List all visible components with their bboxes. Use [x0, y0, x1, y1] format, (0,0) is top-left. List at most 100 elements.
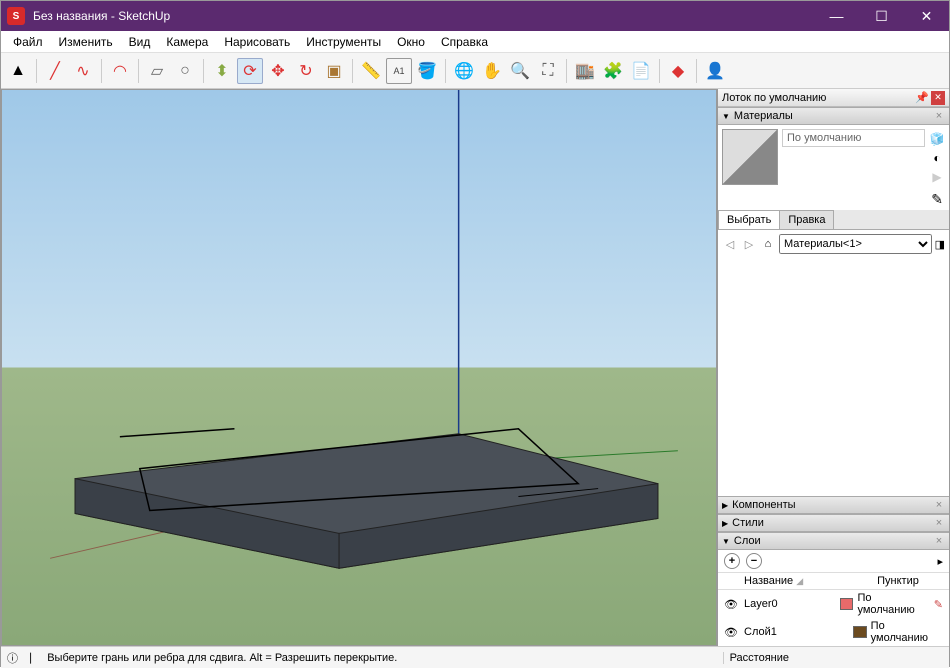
collapse-icon: ▼: [722, 112, 730, 121]
user-icon[interactable]: 👤: [702, 58, 728, 84]
layers-col-name[interactable]: Название ◢: [744, 575, 853, 587]
rectangle-tool-icon[interactable]: ▱: [144, 58, 170, 84]
zoom-extents-icon[interactable]: ⛶: [535, 58, 561, 84]
pencil-icon[interactable]: ✎: [934, 598, 943, 611]
expand-icon: ▶: [722, 501, 728, 510]
pan-tool-icon[interactable]: ✋: [479, 58, 505, 84]
separator: [101, 59, 102, 83]
rotate-tool-icon[interactable]: ↻: [293, 58, 319, 84]
close-panel-icon[interactable]: ×: [933, 110, 945, 122]
close-panel-icon[interactable]: ×: [933, 517, 945, 529]
extension-icon[interactable]: 🧩: [600, 58, 626, 84]
orbit-tool-icon[interactable]: 🌐: [451, 58, 477, 84]
close-panel-icon[interactable]: ×: [933, 499, 945, 511]
menu-window[interactable]: Окно: [389, 33, 433, 51]
arrow-icon[interactable]: ▶: [929, 169, 945, 185]
freehand-tool-icon[interactable]: ∿: [70, 58, 96, 84]
layers-panel-header[interactable]: ▼ Слои ×: [718, 532, 949, 550]
nav-forward-icon[interactable]: ▷: [741, 238, 757, 251]
scale-tool-icon[interactable]: ▣: [321, 58, 347, 84]
create-material-icon[interactable]: 🧊: [929, 131, 945, 147]
material-name-field[interactable]: По умолчанию: [782, 129, 925, 147]
status-hint: Выберите грань или ребра для сдвига. Alt…: [43, 652, 714, 664]
materials-list[interactable]: [718, 258, 949, 496]
menu-edit[interactable]: Изменить: [51, 33, 121, 51]
close-panel-icon[interactable]: ×: [933, 535, 945, 547]
visibility-icon[interactable]: 👁: [724, 626, 744, 639]
line-tool-icon[interactable]: ╱: [42, 58, 68, 84]
text-tool-icon[interactable]: A1: [386, 58, 412, 84]
layer-name[interactable]: Layer0: [744, 598, 840, 610]
layer-name[interactable]: Слой1: [744, 626, 853, 638]
offset-tool-icon[interactable]: ⟳: [237, 58, 263, 84]
layers-body: + − ▸ Название ◢ Пунктир 👁 Layer0 По умо…: [718, 550, 949, 646]
tab-select[interactable]: Выбрать: [718, 210, 780, 229]
materials-tabs: Выбрать Правка: [718, 210, 949, 230]
pushpull-tool-icon[interactable]: ⬍: [209, 58, 235, 84]
default-material-icon[interactable]: ◐: [929, 150, 945, 166]
menu-tools[interactable]: Инструменты: [298, 33, 389, 51]
tray-title: Лоток по умолчанию: [722, 92, 826, 104]
move-tool-icon[interactable]: ✥: [265, 58, 291, 84]
layer-dash[interactable]: По умолчанию: [871, 620, 943, 644]
details-icon[interactable]: ◨: [935, 238, 945, 251]
materials-panel-title: Материалы: [734, 110, 793, 122]
separator: [659, 59, 660, 83]
separator: [445, 59, 446, 83]
menu-camera[interactable]: Камера: [158, 33, 216, 51]
minimize-button[interactable]: —: [814, 1, 859, 31]
menu-view[interactable]: Вид: [121, 33, 159, 51]
circle-tool-icon[interactable]: ○: [172, 58, 198, 84]
window-title: Без названия - SketchUp: [33, 9, 814, 23]
eyedropper-icon[interactable]: ✎: [931, 191, 943, 208]
layout-icon[interactable]: 📄: [628, 58, 654, 84]
separator: [566, 59, 567, 83]
close-tray-icon[interactable]: ✕: [931, 91, 945, 105]
tape-tool-icon[interactable]: 📏: [358, 58, 384, 84]
components-panel-header[interactable]: ▶ Компоненты ×: [718, 496, 949, 514]
materials-library-select[interactable]: Материалы<1>: [779, 234, 932, 254]
separator: [696, 59, 697, 83]
material-preview[interactable]: [722, 129, 778, 185]
layer-color-swatch[interactable]: [840, 598, 854, 610]
separator: [138, 59, 139, 83]
title-bar: S Без названия - SketchUp — ☐ ✕: [1, 1, 949, 31]
materials-body: По умолчанию 🧊 ◐ ▶: [718, 125, 949, 189]
materials-panel-header[interactable]: ▼ Материалы ×: [718, 107, 949, 125]
nav-back-icon[interactable]: ◁: [722, 238, 738, 251]
distance-label: Расстояние: [723, 652, 795, 664]
tab-edit[interactable]: Правка: [779, 210, 834, 229]
layer-menu-icon[interactable]: ▸: [937, 555, 943, 568]
close-button[interactable]: ✕: [904, 1, 949, 31]
layer-row[interactable]: 👁 Layer0 По умолчанию ✎: [718, 590, 949, 618]
menu-bar: Файл Изменить Вид Камера Нарисовать Инст…: [1, 31, 949, 53]
menu-file[interactable]: Файл: [5, 33, 51, 51]
maximize-button[interactable]: ☐: [859, 1, 904, 31]
layers-panel-title: Слои: [734, 535, 761, 547]
3d-viewport[interactable]: [1, 89, 717, 646]
menu-draw[interactable]: Нарисовать: [216, 33, 298, 51]
collapse-icon: ▼: [722, 537, 730, 546]
expand-icon: ▶: [722, 519, 728, 528]
tray-panel: Лоток по умолчанию 📌 ✕ ▼ Материалы × По …: [717, 89, 949, 646]
layer-color-swatch[interactable]: [853, 626, 867, 638]
nav-home-icon[interactable]: ⌂: [760, 238, 776, 250]
visibility-icon[interactable]: 👁: [724, 598, 744, 611]
help-icon[interactable]: ❘: [26, 651, 35, 664]
select-tool-icon[interactable]: ▲: [5, 58, 31, 84]
layer-dash[interactable]: По умолчанию: [857, 592, 929, 616]
warehouse-icon[interactable]: 🏬: [572, 58, 598, 84]
extension-warehouse-icon[interactable]: ◆: [665, 58, 691, 84]
add-layer-button[interactable]: +: [724, 553, 740, 569]
arc-tool-icon[interactable]: ◠: [107, 58, 133, 84]
menu-help[interactable]: Справка: [433, 33, 496, 51]
pin-icon[interactable]: 📌: [915, 91, 929, 104]
status-bar: ⓘ ❘ Выберите грань или ребра для сдвига.…: [1, 646, 949, 668]
zoom-tool-icon[interactable]: 🔍: [507, 58, 533, 84]
paint-tool-icon[interactable]: 🪣: [414, 58, 440, 84]
layers-col-dashes[interactable]: Пунктир: [853, 575, 943, 587]
info-icon[interactable]: ⓘ: [7, 650, 18, 666]
layer-row[interactable]: 👁 Слой1 По умолчанию: [718, 618, 949, 646]
styles-panel-header[interactable]: ▶ Стили ×: [718, 514, 949, 532]
remove-layer-button[interactable]: −: [746, 553, 762, 569]
